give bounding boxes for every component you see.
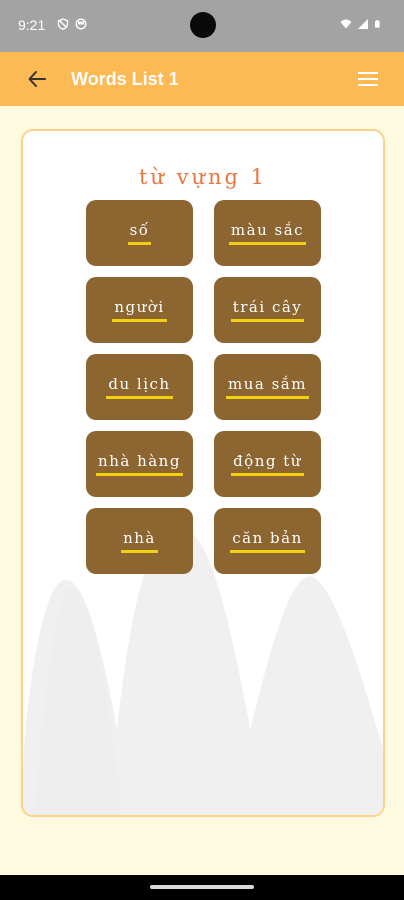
status-bar: 9:21 [0, 0, 404, 52]
word-button-label: du lịch [106, 375, 173, 399]
word-button-label: số [127, 221, 152, 245]
words-card: từ vựng 1 số màu sắc người trái cây du l… [21, 129, 385, 817]
word-button-can-ban[interactable]: căn bản [214, 508, 321, 574]
word-button-dong-tu[interactable]: động từ [214, 431, 321, 497]
hamburger-menu-icon [358, 72, 378, 86]
word-button-label: nhà hàng [96, 452, 183, 476]
arrow-left-icon [28, 71, 46, 87]
signal-icon [358, 19, 368, 29]
word-button-label: động từ [231, 452, 304, 476]
word-button-nha[interactable]: nhà [86, 508, 193, 574]
word-button-so[interactable]: số [86, 200, 193, 266]
status-time: 9:21 [18, 17, 46, 33]
word-button-label: người [112, 298, 167, 322]
word-button-trai-cay[interactable]: trái cây [214, 277, 321, 343]
word-button-du-lich[interactable]: du lịch [86, 354, 193, 420]
back-button[interactable] [22, 65, 52, 93]
word-button-mua-sam[interactable]: mua sắm [214, 354, 321, 420]
background-hills-decoration [23, 528, 383, 815]
word-button-label: trái cây [230, 298, 305, 322]
word-button-label: màu sắc [228, 221, 307, 245]
wifi-icon [340, 19, 352, 29]
lens-icon [75, 18, 87, 30]
status-right-icons [340, 18, 382, 30]
vpn-shield-icon [57, 18, 69, 30]
menu-button[interactable] [354, 66, 382, 92]
word-button-label: nhà [121, 529, 158, 553]
word-button-label: căn bản [230, 529, 305, 553]
word-button-label: mua sắm [226, 375, 309, 399]
home-gesture-handle[interactable] [150, 885, 254, 889]
list-heading: từ vựng 1 [138, 165, 268, 189]
page-title: Words List 1 [71, 69, 179, 89]
word-button-mau-sac[interactable]: màu sắc [214, 200, 321, 266]
front-camera [190, 12, 216, 38]
navigation-bar [0, 875, 404, 900]
app-bar: Words List 1 [0, 52, 404, 106]
status-left-icons [57, 18, 87, 30]
word-button-nha-hang[interactable]: nhà hàng [86, 431, 193, 497]
word-button-nguoi[interactable]: người [86, 277, 193, 343]
battery-icon [375, 20, 380, 28]
